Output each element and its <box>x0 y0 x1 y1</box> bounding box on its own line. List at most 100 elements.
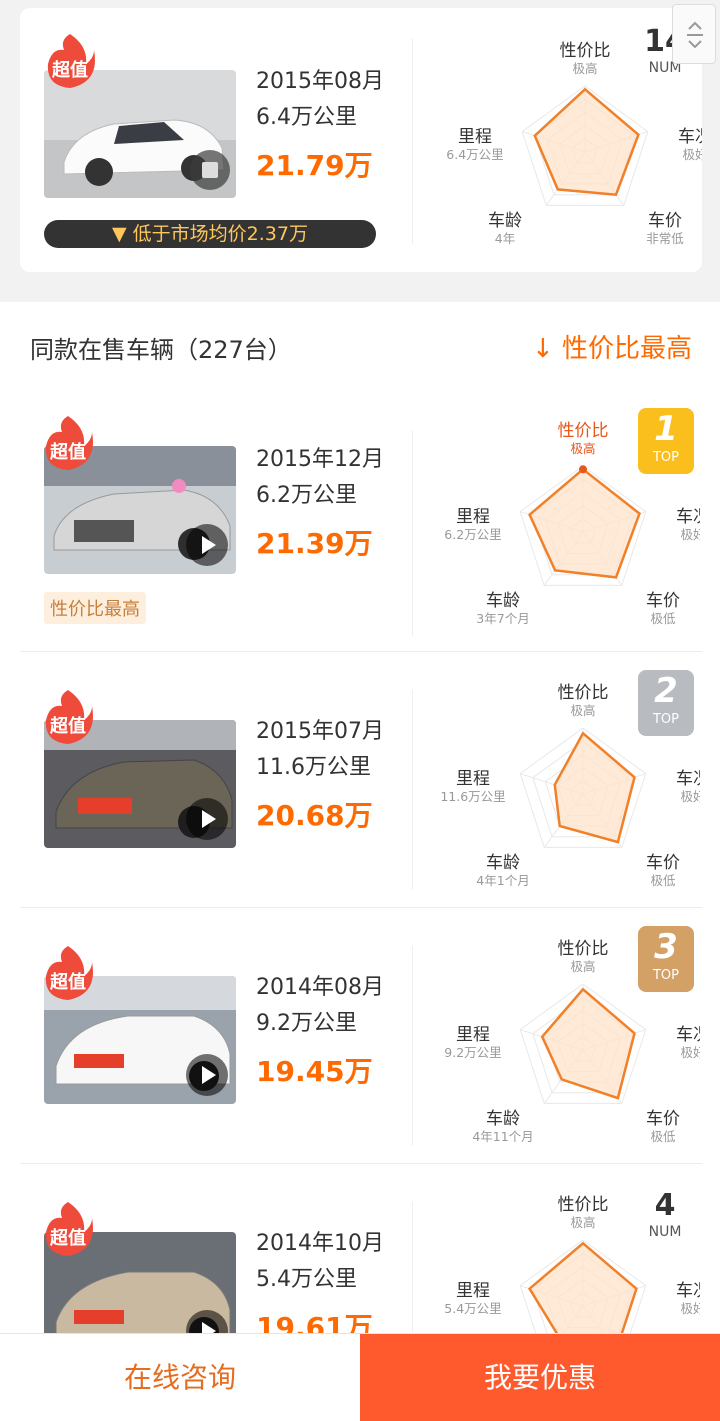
rank-label: TOP <box>652 450 679 465</box>
filter-button[interactable] <box>672 4 716 64</box>
radar-label: 车价 <box>646 591 680 611</box>
value-badge: 超值 <box>40 1198 96 1260</box>
radar-sublabel: 极高 <box>570 959 595 974</box>
car-mileage: 5.4万公里 <box>256 1267 357 1292</box>
radar-label: 性价比 <box>558 421 609 441</box>
radar-area <box>528 467 641 579</box>
radar-sublabel: 11.6万公里 <box>440 789 505 804</box>
page: 超值 2015年08月 6.4万公里 21.79万 ▼ 低于市场均价2.37万 … <box>0 0 720 1421</box>
play-icon[interactable] <box>186 524 228 566</box>
radar-sublabel: 4年1个月 <box>476 873 529 888</box>
divider <box>412 430 413 636</box>
rank-number: 3 <box>654 927 678 967</box>
value-badge: 超值 <box>40 412 96 474</box>
play-icon[interactable] <box>186 1054 228 1096</box>
radar-area <box>540 987 636 1100</box>
offer-button[interactable]: 我要优惠 <box>360 1334 720 1421</box>
car-info: 2015年08月 6.4万公里 21.79万 <box>256 64 384 186</box>
radar-label: 车价 <box>646 1109 680 1129</box>
radar-sublabel: 极好 <box>680 1301 700 1316</box>
radar-label: 里程 <box>456 1025 490 1045</box>
rank-badge-gold: 1 TOP <box>638 408 694 474</box>
rank-number: 2 <box>654 671 678 711</box>
rank-label: TOP <box>652 968 679 983</box>
radar-label: 车龄 <box>488 211 522 231</box>
divider <box>412 946 413 1146</box>
value-badge: 超值 <box>40 942 96 1004</box>
below-market-text: 低于市场均价2.37万 <box>132 223 308 245</box>
radar-sublabel: 3年7个月 <box>476 611 529 626</box>
value-badge-text: 超值 <box>50 716 86 737</box>
car-price: 20.68万 <box>256 799 373 832</box>
best-value-tag: 性价比最高 <box>44 592 146 624</box>
radar-label: 车龄 <box>486 591 520 611</box>
arrow-down-icon: ▼ <box>112 223 133 245</box>
car-mileage: 11.6万公里 <box>256 755 371 780</box>
divider <box>20 907 702 908</box>
rank-num-label: NUM <box>648 1224 682 1240</box>
value-badge-text: 超值 <box>52 60 88 81</box>
value-badge-text: 超值 <box>50 972 86 993</box>
radar-highlight-point <box>579 465 587 474</box>
radar-sublabel: 极好 <box>680 1045 700 1060</box>
car-price: 21.39万 <box>256 527 373 560</box>
radar-label: 车龄 <box>486 1109 520 1129</box>
sort-button[interactable]: ↓ 性价比最高 <box>532 328 692 365</box>
radar-sublabel: 非常低 <box>646 231 684 246</box>
radar-sublabel: 4年 <box>495 231 515 246</box>
car-mileage: 9.2万公里 <box>256 1011 357 1036</box>
radar-label: 车况 <box>676 1025 700 1045</box>
top-car-card[interactable]: 超值 2015年08月 6.4万公里 21.79万 ▼ 低于市场均价2.37万 … <box>20 8 702 272</box>
radar-label: 性价比 <box>558 1195 609 1215</box>
divider <box>20 651 702 652</box>
rank-number: 1 <box>654 409 678 449</box>
divider <box>412 38 413 244</box>
value-badge-text: 超值 <box>50 442 86 463</box>
radar-label: 车况 <box>676 769 700 789</box>
car-price: 19.45万 <box>256 1055 373 1088</box>
radar-sublabel: 极高 <box>570 1215 595 1230</box>
divider <box>412 690 413 890</box>
play-icon[interactable] <box>186 798 228 840</box>
radar-label: 性价比 <box>558 683 609 703</box>
radar-sublabel: 极低 <box>650 873 676 888</box>
radar-label: 车况 <box>676 507 700 527</box>
rank-label: TOP <box>652 712 679 727</box>
car-info: 2015年07月 11.6万公里 20.68万 <box>256 714 384 836</box>
radar-label: 性价比 <box>558 939 609 959</box>
rank-num-value: 4 <box>654 1188 676 1223</box>
rank-badge-bronze: 3 TOP <box>638 926 694 992</box>
view-360-icon[interactable] <box>190 150 230 190</box>
radar-sublabel: 5.4万公里 <box>444 1301 501 1316</box>
section-header: 同款在售车辆（227台） ↓ 性价比最高 <box>0 302 720 390</box>
radar-label: 性价比 <box>560 41 611 61</box>
car-price: 21.79万 <box>256 149 373 182</box>
consult-button[interactable]: 在线咨询 <box>0 1334 360 1421</box>
car-info: 2014年08月 9.2万公里 19.45万 <box>256 970 384 1092</box>
radar-sublabel: 极高 <box>570 441 595 456</box>
divider <box>412 1202 413 1332</box>
value-badge: 超值 <box>40 686 96 748</box>
car-mileage: 6.4万公里 <box>256 105 357 130</box>
car-date: 2015年08月 <box>256 69 384 94</box>
radar-sublabel: 极低 <box>650 611 676 626</box>
radar-area <box>553 731 636 844</box>
radar-label: 里程 <box>458 127 492 147</box>
radar-sublabel: 极高 <box>570 703 595 718</box>
radar-label: 车价 <box>646 853 680 873</box>
value-badge-text: 超值 <box>50 1228 86 1249</box>
radar-area <box>533 87 640 197</box>
rank-num: 4 NUM <box>640 1188 690 1240</box>
radar-label: 里程 <box>456 1281 490 1301</box>
radar-sublabel: 极高 <box>572 61 597 76</box>
radar-sublabel: 极好 <box>682 147 702 162</box>
radar-sublabel: 4年11个月 <box>472 1129 533 1144</box>
radar-sublabel: 极好 <box>680 527 700 542</box>
radar-sublabel: 6.2万公里 <box>444 527 501 542</box>
radar-sublabel: 9.2万公里 <box>444 1045 501 1060</box>
car-date: 2015年12月 <box>256 447 384 472</box>
radar-label: 车龄 <box>486 853 520 873</box>
car-date: 2014年10月 <box>256 1231 384 1256</box>
section-title: 同款在售车辆（227台） <box>30 336 292 364</box>
rank-badge-silver: 2 TOP <box>638 670 694 736</box>
